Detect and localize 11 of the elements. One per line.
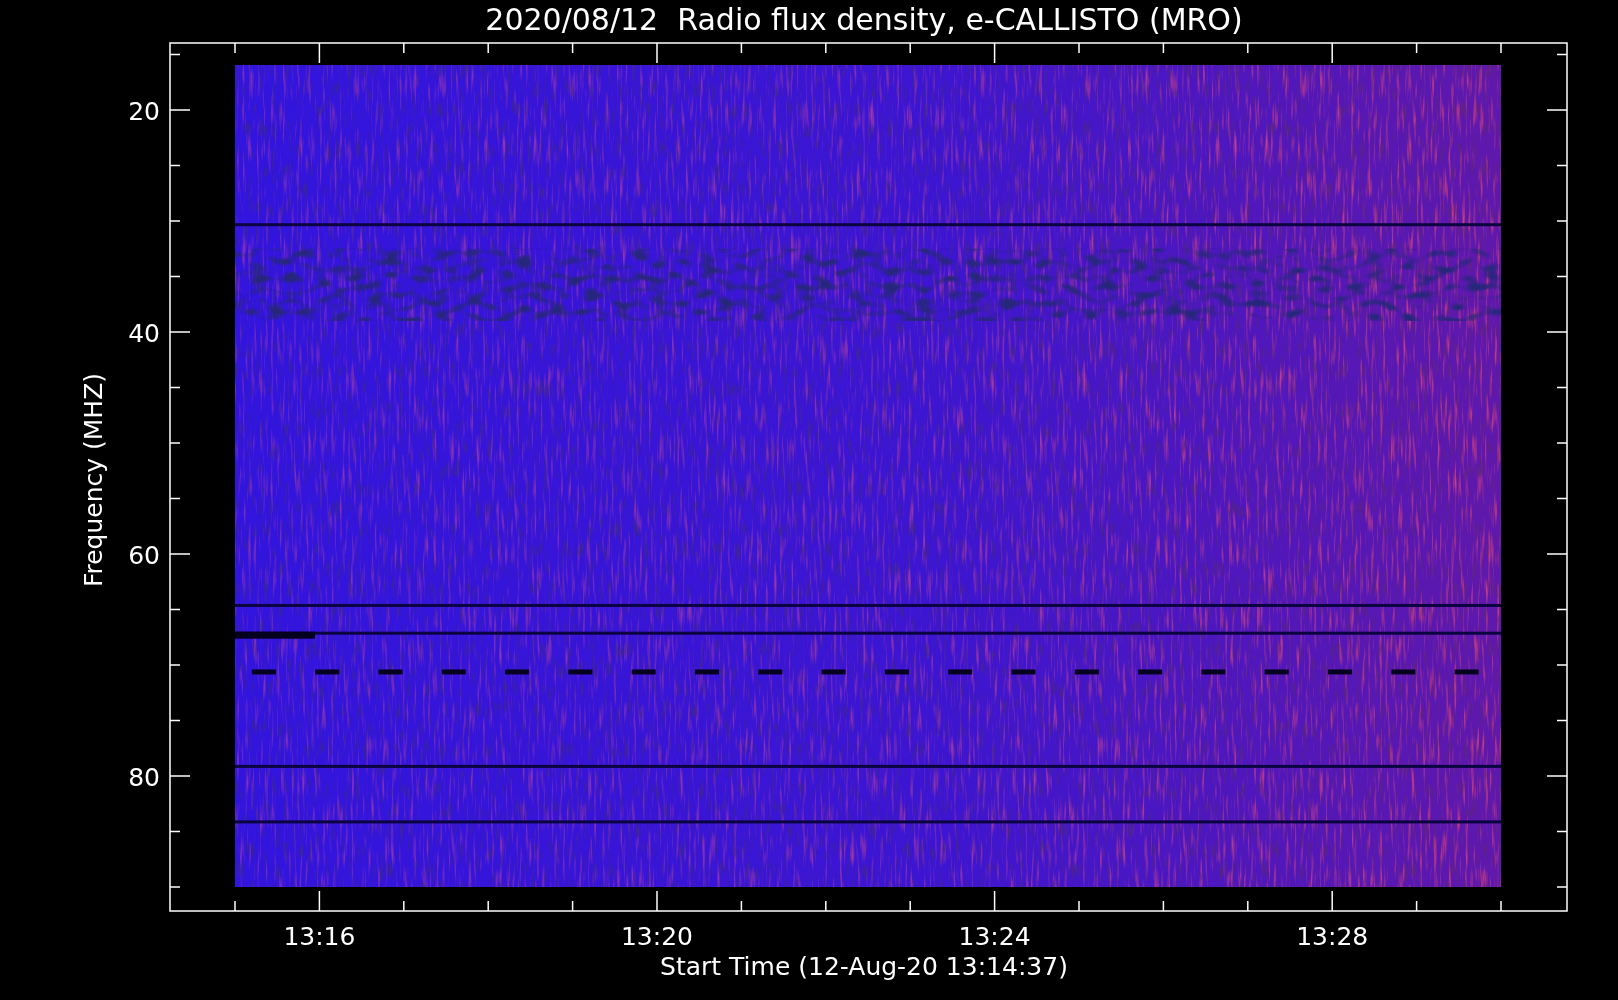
tick-label: 40: [128, 319, 160, 348]
axis-label: Start Time (12-Aug-20 13:14:37): [660, 952, 1068, 981]
axis-label: Frequency (MHZ): [79, 372, 108, 588]
tick-label: 13:28: [1296, 922, 1369, 951]
tick-label: 60: [128, 541, 160, 570]
tick-label: 13:24: [958, 922, 1031, 951]
chart-title: 2020/08/12 Radio flux density, e-CALLISTO (MRO): [485, 2, 1243, 37]
tick-label: 13:20: [621, 922, 693, 951]
tick-label: 80: [128, 763, 160, 792]
tick-label: 13:16: [283, 922, 356, 951]
tick-label: 20: [128, 97, 160, 126]
